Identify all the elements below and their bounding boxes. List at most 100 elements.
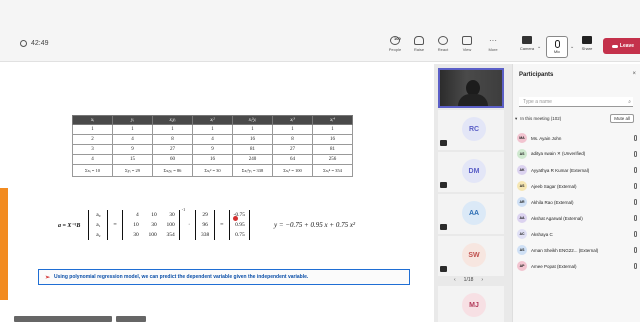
raise-hand-button[interactable]: Raise (408, 36, 430, 58)
result-vector: -0.75 0.95 0.75 (228, 210, 250, 240)
column-header: xᵢyᵢ (152, 115, 193, 125)
table-cell: 27 (272, 144, 313, 155)
equals-sign: = (220, 222, 224, 228)
result-entry: 0.95 (235, 222, 245, 228)
equation-lhs: a = X⁻¹B (58, 222, 81, 229)
participant-row[interactable]: AC Akshaya C (517, 226, 639, 242)
participant-row[interactable]: AS Ajeeb Sagar (External) (517, 178, 639, 194)
table-cell: 16 (232, 134, 273, 145)
participant-tile[interactable]: DM (438, 152, 504, 192)
bottom-tab[interactable] (14, 316, 112, 322)
participant-list: MA Ms. Ayain John AS aditya swain ✕ (Unv… (517, 130, 639, 274)
close-icon[interactable]: × (632, 71, 636, 77)
prev-page-icon[interactable]: ‹ (454, 277, 456, 283)
camera-button[interactable]: Camera (516, 36, 538, 51)
mic-icon (634, 263, 637, 269)
hand-icon (414, 36, 424, 45)
participant-name: Ms. Ayain John (531, 135, 562, 141)
participant-row[interactable]: AR Akhila Rao (External) (517, 194, 639, 210)
people-count-badge: 100 (394, 36, 401, 41)
bottom-tab[interactable] (116, 316, 146, 322)
table-cell: 3 (72, 144, 113, 155)
participant-tile[interactable]: MJ (438, 286, 504, 322)
pointer-dot-icon (232, 216, 238, 221)
participant-tile[interactable]: RC (438, 110, 504, 150)
participant-name: aditya swain ✕ (Unverified) (531, 151, 586, 156)
mic-chevron-icon[interactable]: ⌄ (570, 44, 574, 50)
participant-name: Ayyathya R Kumar (External) (531, 167, 590, 173)
participant-name: Amee Popat (External) (531, 263, 577, 269)
mute-all-button[interactable]: Mute all (610, 114, 634, 123)
next-page-icon[interactable]: › (481, 277, 483, 283)
avatar: AS (517, 149, 527, 159)
search-placeholder: Type a name (523, 99, 552, 105)
camera-icon (522, 36, 532, 44)
participant-search-input[interactable]: Type a name ⌕ (519, 97, 633, 107)
participant-row[interactable]: MA Ms. Ayain John (517, 130, 639, 146)
table-cell: 4 (192, 134, 233, 145)
participant-name: Aman Sheikh ENG22... (External) (531, 247, 599, 253)
more-button[interactable]: ··· More (482, 36, 504, 58)
participant-row[interactable]: AP Amee Popat (External) (517, 258, 639, 274)
grid-icon (462, 36, 472, 45)
participant-row[interactable]: AS aditya swain ✕ (Unverified) (517, 146, 639, 162)
mic-button[interactable]: Mic (546, 36, 568, 58)
column-header: xᵢ⁴ (312, 115, 353, 125)
table-cell: 9 (192, 144, 233, 155)
avatar: AP (517, 261, 527, 271)
table-cell: 16 (312, 134, 353, 145)
table-cell: 1 (232, 124, 273, 135)
mic-icon (634, 135, 637, 141)
table-cell: 4 (112, 134, 153, 145)
participant-row[interactable]: AK Ayyathya R Kumar (External) (517, 162, 639, 178)
callout-text: Using polynomial regression model, we ca… (54, 274, 309, 280)
shield-icon (20, 40, 27, 47)
person-body (458, 94, 488, 106)
avatar: MJ (462, 293, 486, 317)
view-button[interactable]: View (456, 36, 478, 58)
participant-tile[interactable]: AA (438, 194, 504, 234)
side-accent (0, 188, 8, 300)
b-vector-entry: 96 (202, 222, 208, 228)
matrix-entry: 100 (148, 232, 157, 238)
column-header: xᵢ³ (272, 115, 313, 125)
participant-row[interactable]: AA Akshat Agarwal (External) (517, 210, 639, 226)
table-cell: 1 (112, 124, 153, 135)
table-sum-row: Σxᵢ = 10 Σyᵢ = 29 Σxᵢyᵢ = 86 Σxᵢ² = 30 Σ… (72, 164, 353, 177)
table-cell: 16 (192, 154, 233, 165)
participant-name: Akshat Agarwal (External) (531, 215, 583, 221)
search-icon: ⌕ (628, 99, 631, 105)
camera-label: Camera (519, 46, 535, 51)
section-label: In this meeting (102) (520, 116, 562, 121)
inverse-exponent: -1 (181, 207, 186, 212)
matrix-entry: 100 (166, 222, 175, 228)
react-button[interactable]: React (432, 36, 454, 58)
table-cell: 8 (152, 134, 193, 145)
react-label: React (437, 47, 449, 52)
raise-label: Raise (413, 47, 425, 52)
share-button[interactable]: Share (576, 36, 598, 51)
video-strip: RC DM AA SW ‹ 1/18 › MJ (434, 64, 512, 322)
sum-cell: Σyᵢ = 29 (112, 164, 153, 177)
coefficient-matrix: 4 10 30 10 30 100 30 100 354 (121, 210, 180, 240)
meeting-timer: 42:49 (20, 40, 49, 47)
table-cell: 8 (272, 134, 313, 145)
avatar: SW (462, 243, 486, 267)
table-header-row: xᵢ yᵢ xᵢyᵢ xᵢ² xᵢ²yᵢ xᵢ³ xᵢ⁴ (72, 115, 353, 125)
camera-chevron-icon[interactable]: ⌄ (537, 44, 541, 50)
meeting-toolbar: 42:49 People 100 Raise React View ··· Mo… (0, 0, 640, 62)
participant-tile[interactable]: SW (438, 236, 504, 276)
leave-button[interactable]: Leave (603, 38, 640, 54)
panel-title: Participants (519, 72, 554, 78)
self-video-tile[interactable] (438, 68, 504, 108)
table-row: 3 9 27 9 81 27 81 (72, 144, 353, 155)
table-cell: 27 (152, 144, 193, 155)
sum-cell: Σxᵢ = 10 (72, 164, 113, 177)
mic-icon (634, 215, 637, 221)
meeting-section-header[interactable]: ▾ In this meeting (102) (515, 116, 561, 122)
table-row: 1 1 1 1 1 1 1 (72, 124, 353, 135)
participant-row[interactable]: AS Aman Sheikh ENG22... (External) (517, 242, 639, 258)
mic-icon (634, 231, 637, 237)
share-label: Share (581, 46, 593, 51)
matrix-equation: a = X⁻¹B a₀ a₁ a₂ = 4 10 30 10 30 100 30 100 3… (58, 205, 355, 245)
